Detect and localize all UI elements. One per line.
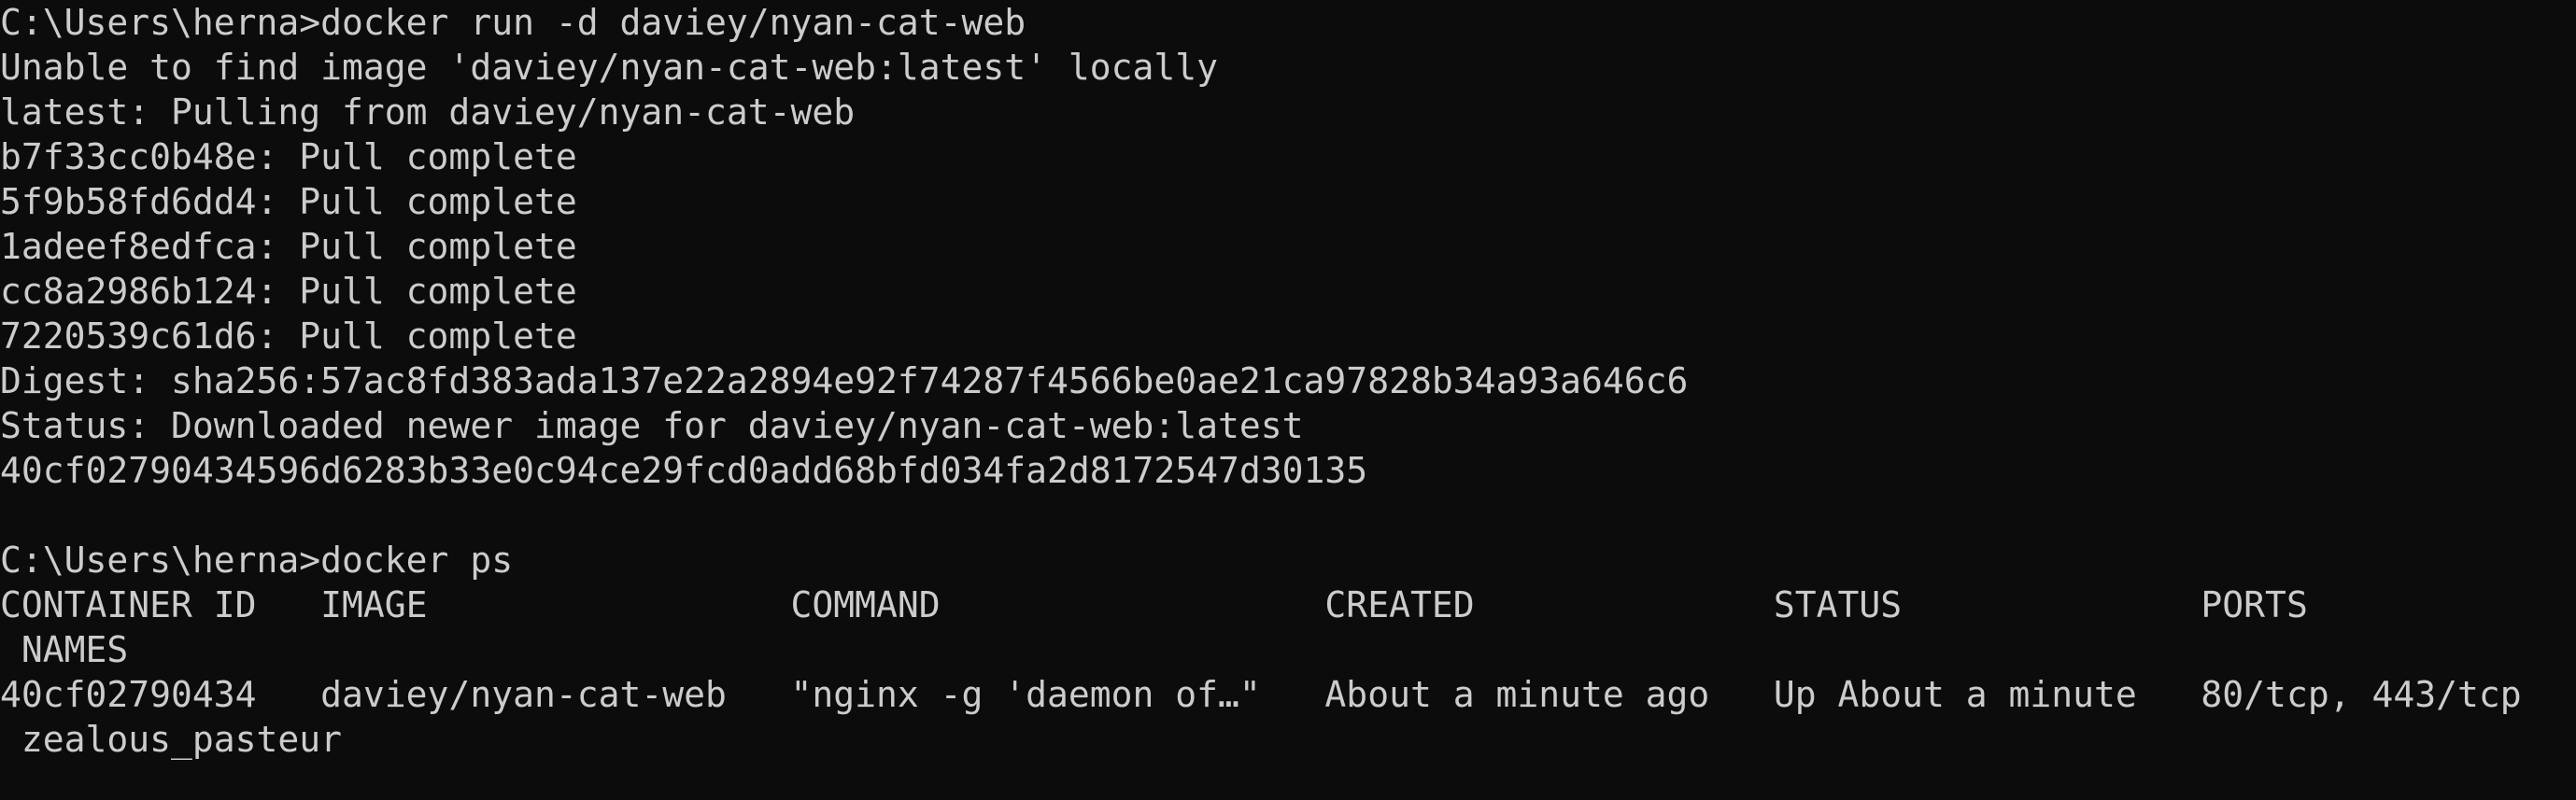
table-row-wrap: zealous_pasteur — [0, 719, 343, 760]
output-line: Status: Downloaded newer image for davie… — [0, 405, 1304, 446]
output-line: 7220539c61d6: Pull complete — [0, 316, 577, 357]
output-line: 40cf02790434596d6283b33e0c94ce29fcd0add6… — [0, 450, 1368, 491]
terminal-window[interactable]: C:\Users\herna>docker run -d daviey/nyan… — [0, 0, 2576, 800]
table-header-row-wrap: NAMES — [0, 629, 129, 670]
output-line: cc8a2986b124: Pull complete — [0, 271, 577, 312]
output-line: latest: Pulling from daviey/nyan-cat-web — [0, 91, 856, 133]
output-line: Digest: sha256:57ac8fd383ada137e22a2894e… — [0, 360, 1689, 401]
output-line: Unable to find image 'daviey/nyan-cat-we… — [0, 47, 1219, 88]
table-header-row: CONTAINER ID IMAGE COMMAND CREATED STATU… — [0, 584, 2308, 625]
prompt-line-docker-run: C:\Users\herna>docker run -d daviey/nyan… — [0, 2, 1026, 43]
table-row: 40cf02790434 daviey/nyan-cat-web "nginx … — [0, 674, 2522, 715]
output-line: 1adeef8edfca: Pull complete — [0, 226, 577, 267]
output-line: b7f33cc0b48e: Pull complete — [0, 136, 577, 177]
output-line: 5f9b58fd6dd4: Pull complete — [0, 181, 577, 222]
prompt-line-docker-ps: C:\Users\herna>docker ps — [0, 540, 514, 581]
